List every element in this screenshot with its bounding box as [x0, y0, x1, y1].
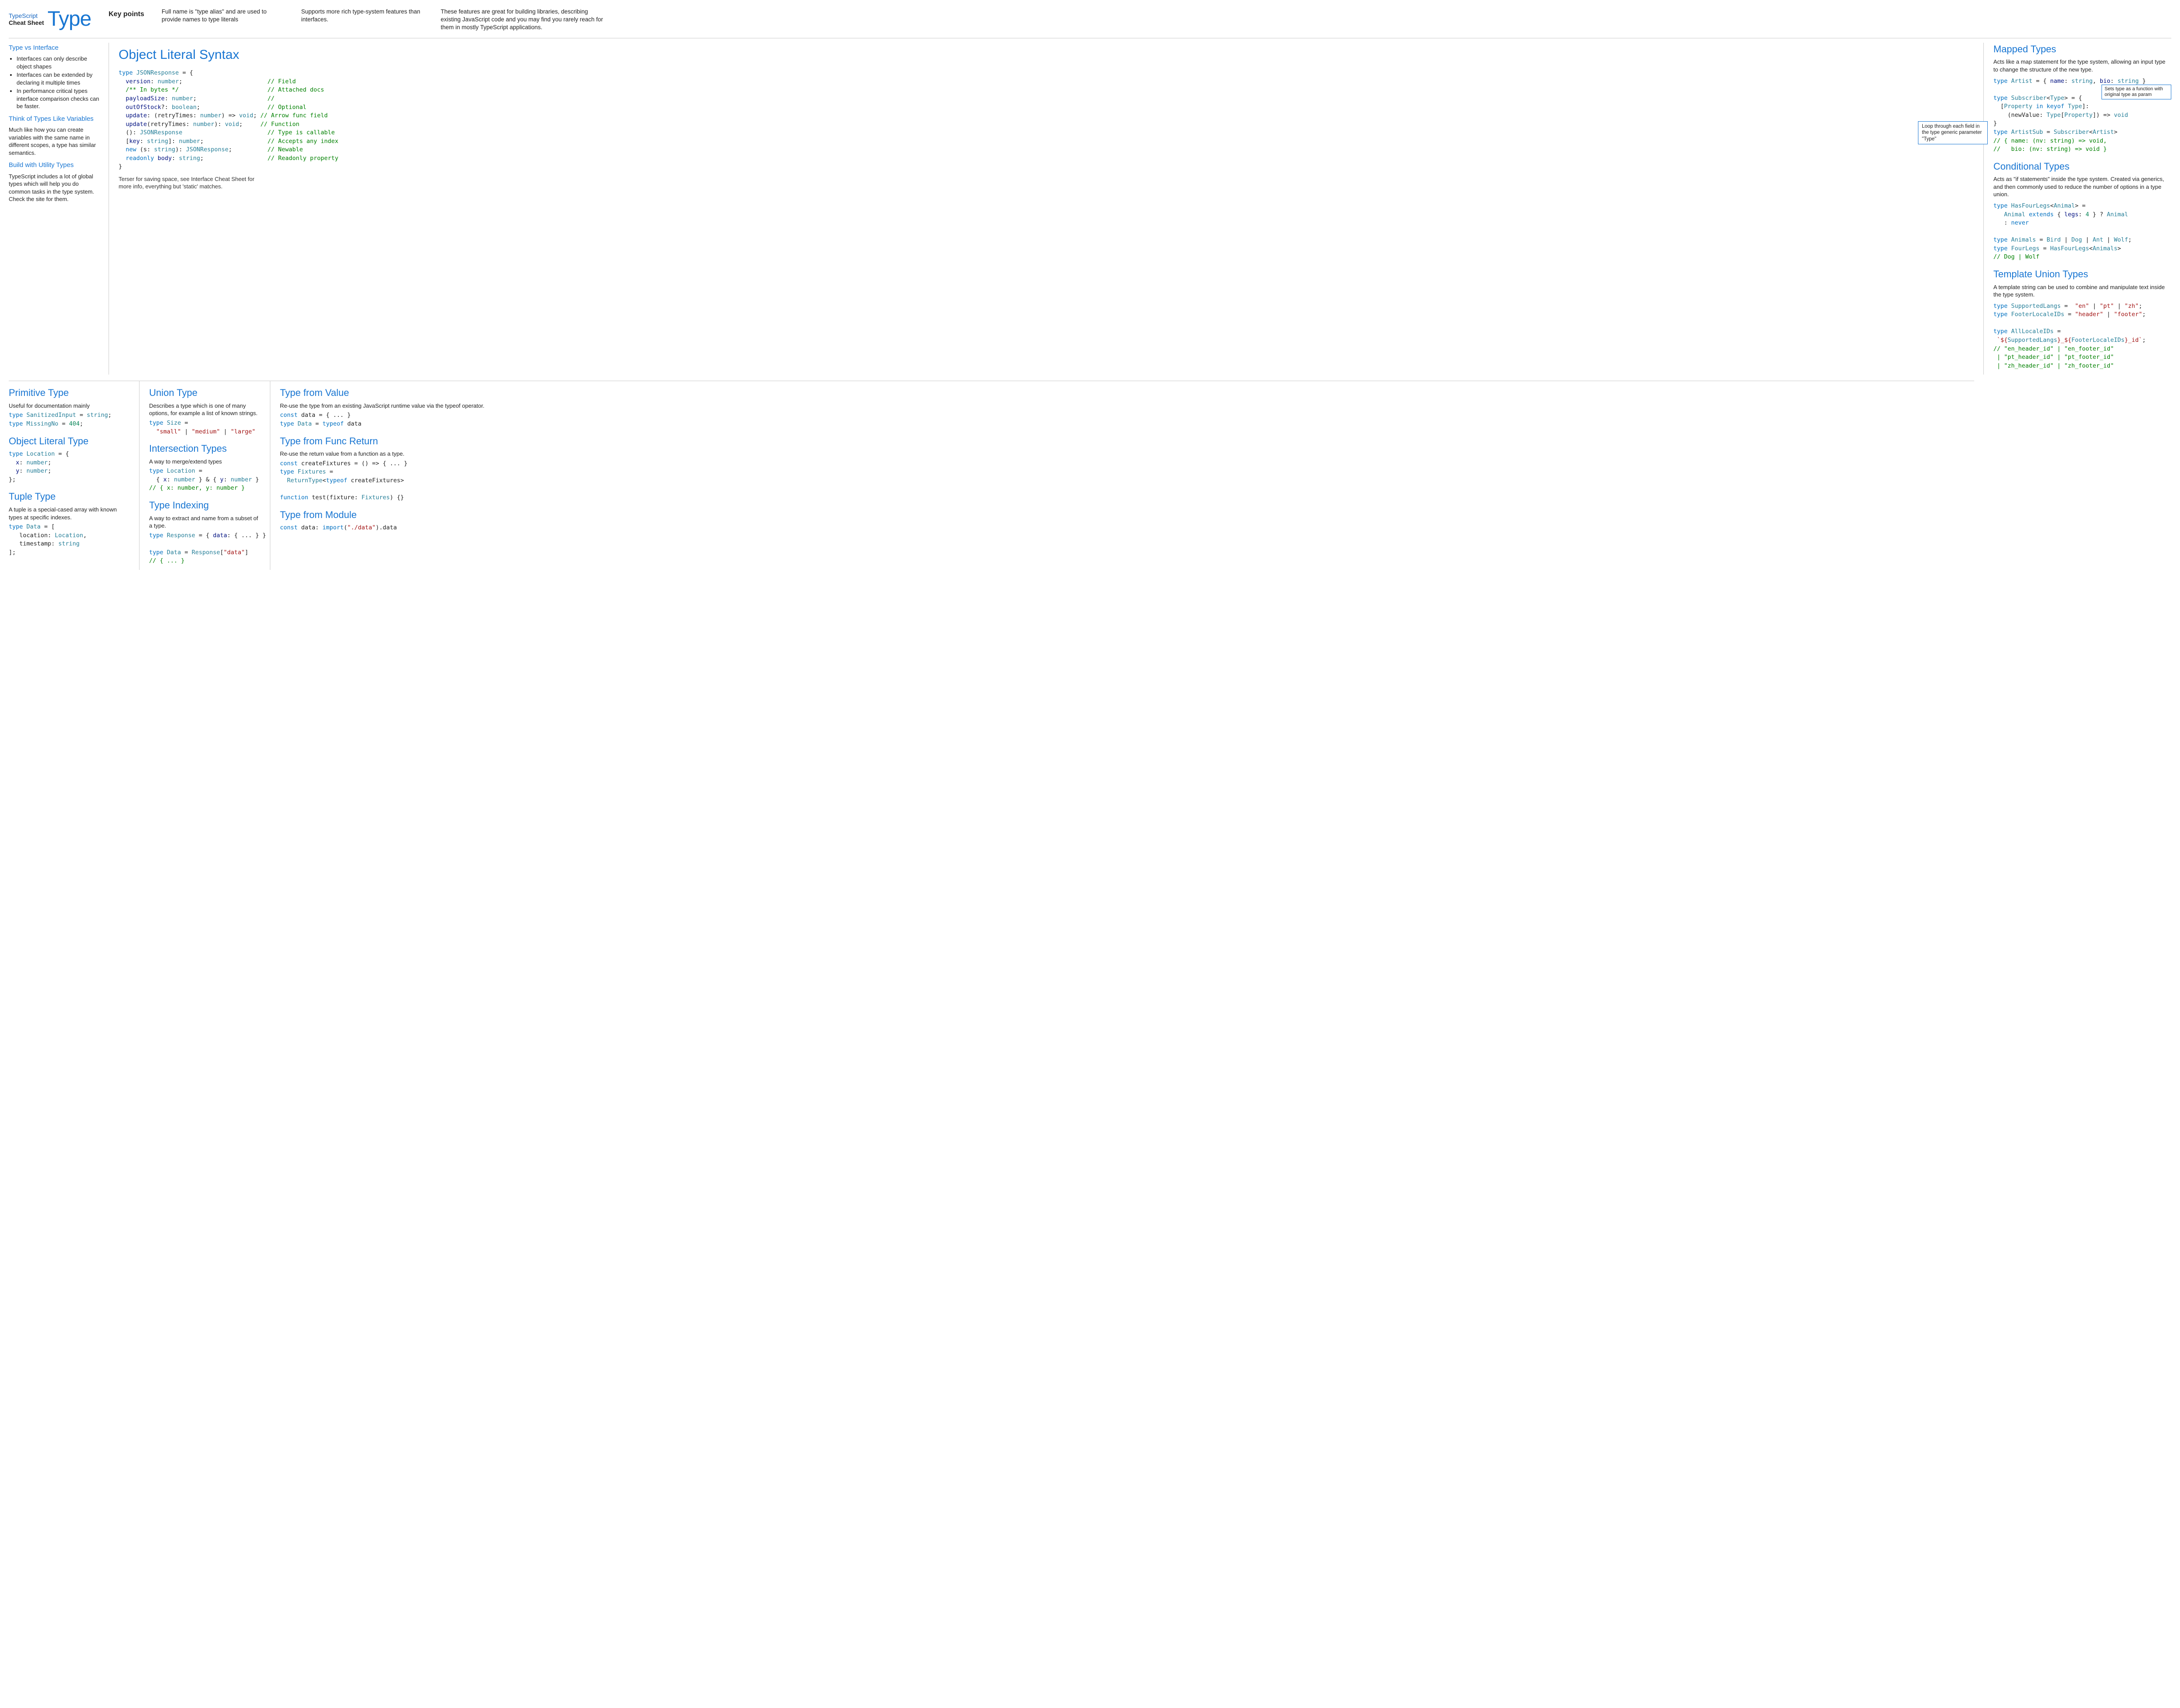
- type-indexing-heading: Type Indexing: [149, 499, 260, 512]
- tmpl-code: type SupportedLangs = "en" | "pt" | "zh"…: [1993, 302, 2171, 371]
- indexing-code: type Response = { data: { ... } } type D…: [149, 532, 260, 566]
- mapped-types-heading: Mapped Types: [1993, 43, 2171, 56]
- main-row: Type vs Interface Interfaces can only de…: [9, 43, 2171, 375]
- key-points-text: Full name is "type alias" and are used t…: [162, 8, 2171, 32]
- type-from-value-heading: Type from Value: [280, 386, 1965, 399]
- kp-col1: Full name is "type alias" and are used t…: [162, 8, 284, 32]
- intersection-heading: Intersection Types: [149, 442, 260, 455]
- objlit-code: type Location = { x: number; y: number; …: [9, 450, 129, 484]
- key-points-label: Key points: [109, 10, 144, 19]
- kp-col2: Supports more rich type-system features …: [301, 8, 423, 32]
- type-vs-interface-heading: Type vs Interface: [9, 44, 101, 52]
- list-item: Interfaces can be extended by declaring …: [17, 71, 101, 86]
- types-like-vars-heading: Think of Types Like Variables: [9, 115, 101, 123]
- ols-note: Terser for saving space, see Interface C…: [119, 176, 267, 191]
- tuple-code: type Data = [ location: Location, timest…: [9, 523, 129, 557]
- cond-code: type HasFourLegs<Animal> = Animal extend…: [1993, 202, 2171, 262]
- logo-line2: Cheat Sheet: [9, 19, 44, 26]
- header: TypeScript Cheat Sheet Type Key points F…: [9, 5, 2171, 38]
- primitive-type-text: Useful for documentation mainly: [9, 402, 129, 410]
- col-primitive: Primitive Type Useful for documentation …: [9, 381, 140, 570]
- kp-col3: These features are great for building li…: [441, 8, 606, 32]
- primitive-code: type SanitizedInput = string; type Missi…: [9, 411, 129, 428]
- type-from-value-text: Re-use the type from an existing JavaScr…: [280, 402, 1965, 410]
- mapped-types-text: Acts like a map statement for the type s…: [1993, 58, 2171, 73]
- type-from-return-heading: Type from Func Return: [280, 435, 1965, 448]
- sidebar: Type vs Interface Interfaces can only de…: [9, 43, 109, 375]
- tval-code: const data = { ... } type Data = typeof …: [280, 411, 1965, 428]
- col-union: Union Type Describes a type which is one…: [140, 381, 270, 570]
- logo-line1: TypeScript: [9, 12, 44, 19]
- type-from-module-heading: Type from Module: [280, 508, 1965, 522]
- col-type-from: Type from Value Re-use the type from an …: [270, 381, 1974, 570]
- intersection-text: A way to merge/extend types: [149, 458, 260, 466]
- type-vs-interface-list: Interfaces can only describe object shap…: [9, 55, 101, 110]
- template-union-text: A template string can be used to combine…: [1993, 283, 2171, 299]
- conditional-types-text: Acts as "if statements" inside the type …: [1993, 175, 2171, 198]
- union-type-heading: Union Type: [149, 386, 260, 399]
- template-union-heading: Template Union Types: [1993, 268, 2171, 281]
- tmod-code: const data: import("./data").data: [280, 524, 1965, 532]
- ols-code: type JSONResponse = { version: number; /…: [119, 69, 1970, 171]
- type-from-return-text: Re-use the return value from a function …: [280, 450, 1965, 458]
- object-literal-type-heading: Object Literal Type: [9, 435, 129, 448]
- intersection-code: type Location = { x: number } & { y: num…: [149, 467, 260, 493]
- callout-loop: Loop through each field in the type gene…: [1918, 121, 1988, 144]
- callout-sets-type: Sets type as a function with original ty…: [2102, 85, 2171, 99]
- logo: TypeScript Cheat Sheet Type: [9, 5, 91, 34]
- utility-types-heading: Build with Utility Types: [9, 161, 101, 170]
- union-type-text: Describes a type which is one of many op…: [149, 402, 260, 417]
- union-code: type Size = "small" | "medium" | "large": [149, 419, 260, 436]
- types-like-vars-text: Much like how you can create variables w…: [9, 126, 101, 157]
- object-literal-section: Object Literal Syntax type JSONResponse …: [109, 43, 1984, 375]
- ols-title: Object Literal Syntax: [119, 46, 1970, 64]
- tuple-type-text: A tuple is a special-cased array with kn…: [9, 506, 129, 521]
- list-item: Interfaces can only describe object shap…: [17, 55, 101, 70]
- primitive-type-heading: Primitive Type: [9, 386, 129, 399]
- bottom-row: Primitive Type Useful for documentation …: [9, 381, 1974, 570]
- logo-big: Type: [48, 5, 91, 34]
- right-column: Mapped Types Acts like a map statement f…: [1984, 43, 2171, 375]
- tret-code: const createFixtures = () => { ... } typ…: [280, 460, 1965, 502]
- tuple-type-heading: Tuple Type: [9, 490, 129, 503]
- list-item: In performance critical types interface …: [17, 87, 101, 110]
- conditional-types-heading: Conditional Types: [1993, 160, 2171, 173]
- utility-types-text: TypeScript includes a lot of global type…: [9, 173, 101, 203]
- type-indexing-text: A way to extract and name from a subset …: [149, 515, 260, 530]
